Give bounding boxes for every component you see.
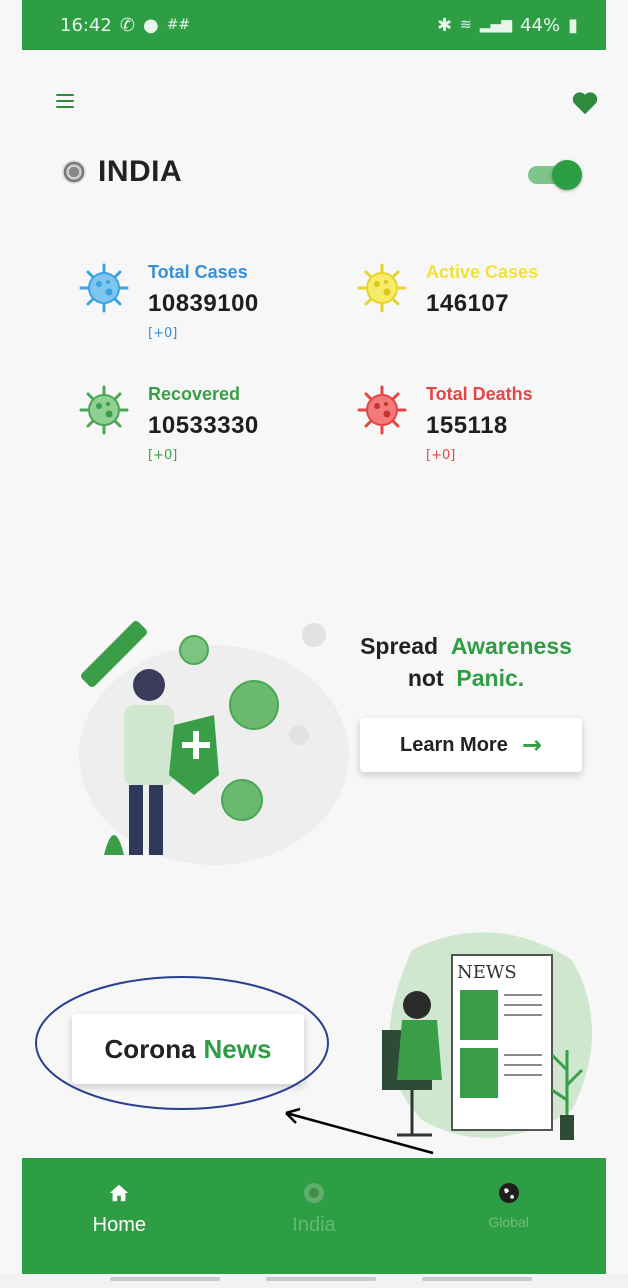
stat-label: Total Deaths	[426, 384, 533, 404]
status-bar: 16:42 ✆ ● ## ✱ ≋ ▂▄▆ 44% ▮	[22, 0, 606, 50]
country-name: INDIA	[98, 155, 183, 188]
stat-total-deaths: Total Deaths 155118 [+0]	[356, 384, 596, 484]
stat-label: Active Cases	[426, 262, 539, 282]
nav-label: Home	[92, 1214, 146, 1236]
learn-more-label: Learn More	[400, 733, 508, 756]
stat-value: 146107	[426, 290, 510, 317]
doctor-vaccine-illustration	[79, 621, 349, 865]
arrow-right-icon: →	[521, 731, 542, 759]
newspaper-headline: NEWS	[457, 962, 517, 983]
wifi-icon: ≋	[460, 17, 472, 33]
stat-total-cases: Total Cases 10839100 [+0]	[78, 262, 318, 362]
stat-active-cases: Active Cases 146107	[356, 262, 596, 362]
stat-delta: [+0]	[426, 448, 456, 463]
bottom-nav: Home India Global	[22, 1158, 606, 1274]
slogan-highlight: Panic.	[456, 665, 525, 691]
nav-india[interactable]: India	[249, 1180, 379, 1237]
status-time: 16:42	[60, 14, 112, 36]
hash-icon: ##	[166, 17, 191, 33]
hamburger-menu-icon[interactable]	[56, 94, 74, 108]
slogan-word: not	[407, 665, 444, 691]
stat-value: 155118	[426, 412, 508, 439]
news-label: Corona	[104, 1033, 196, 1064]
slogan-highlight: Awareness	[450, 633, 572, 659]
virus-icon	[357, 263, 407, 313]
india-flag-icon	[301, 1180, 327, 1206]
learn-more-button[interactable]: Learn More →	[360, 718, 582, 772]
whatsapp-icon: ●	[142, 14, 159, 36]
stat-delta: [+0]	[148, 326, 178, 341]
stat-label: Total Cases	[148, 262, 248, 282]
news-reader-illustration: NEWS	[382, 932, 592, 1140]
news-label-highlight: News	[203, 1033, 272, 1064]
stat-recovered: Recovered 10533330 [+0]	[78, 384, 318, 484]
globe-icon	[496, 1180, 522, 1206]
country-toggle[interactable]	[526, 160, 582, 190]
signal-icon: ▂▄▆	[479, 17, 513, 33]
stat-value: 10839100	[148, 290, 259, 317]
nav-global[interactable]: Global	[444, 1180, 574, 1230]
slogan-word: Spread	[360, 633, 439, 659]
nav-home[interactable]: Home	[54, 1180, 184, 1237]
corona-news-button[interactable]: Corona News	[72, 1014, 304, 1084]
stat-label: Recovered	[148, 384, 241, 404]
country-header: INDIA	[62, 155, 182, 189]
heart-icon[interactable]	[570, 88, 600, 118]
stat-value: 10533330	[148, 412, 259, 439]
battery-text: 44%	[520, 14, 561, 36]
battery-icon: ▮	[568, 14, 578, 36]
call-icon: ✆	[119, 14, 135, 36]
bluetooth-icon: ✱	[436, 14, 453, 36]
virus-icon	[79, 263, 129, 313]
stat-delta: [+0]	[148, 448, 178, 463]
gesture-bar	[0, 1274, 628, 1288]
home-icon	[106, 1180, 132, 1206]
virus-icon	[357, 385, 407, 435]
india-flag-icon	[62, 160, 86, 184]
awareness-slogan: Spread Awareness not Panic.	[334, 630, 598, 694]
nav-label: Global	[488, 1214, 529, 1230]
status-bar-right: ✱ ≋ ▂▄▆ 44% ▮	[437, 15, 578, 36]
home-screen: INDIA Total Cases 10839100 [+0] Active C…	[22, 50, 606, 1158]
nav-label: India	[292, 1214, 336, 1236]
status-bar-left: 16:42 ✆ ● ##	[60, 15, 190, 36]
virus-icon	[79, 385, 129, 435]
